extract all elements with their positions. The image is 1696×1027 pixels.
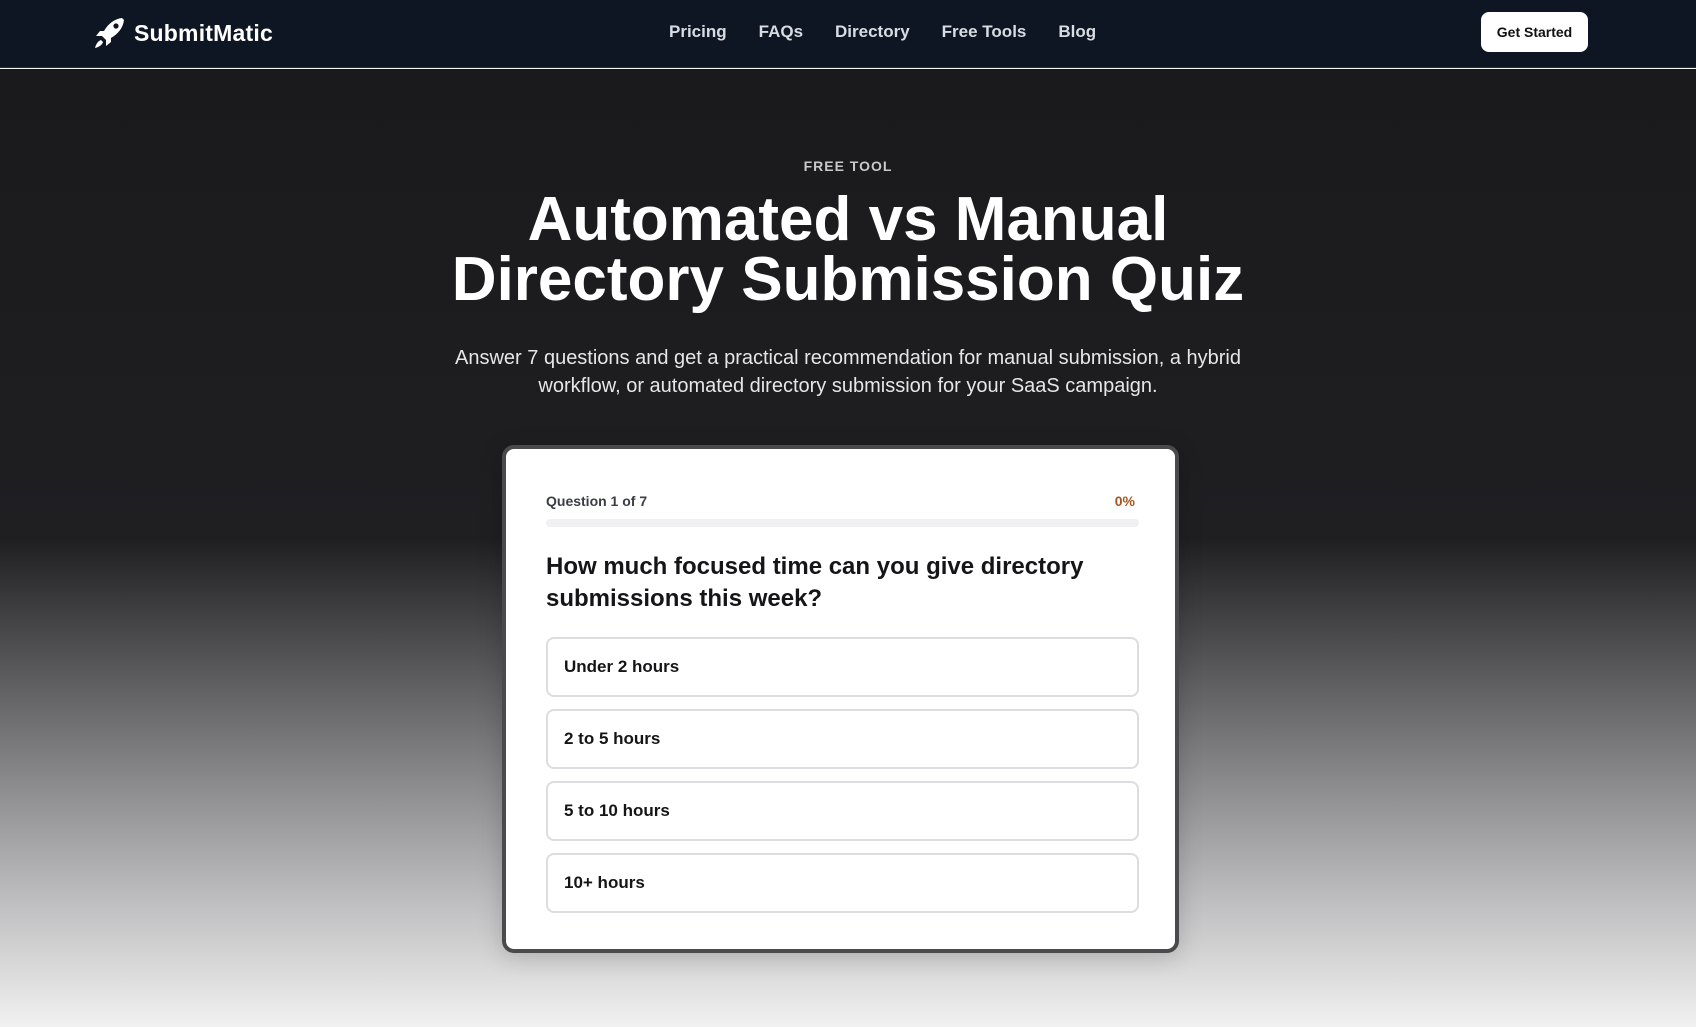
page-title-line-1: Automated vs Manual (527, 185, 1169, 254)
progress-percent: 0% (1114, 493, 1135, 509)
answer-option-2-to-5-hours[interactable]: 2 to 5 hours (546, 709, 1139, 769)
logo-link[interactable]: SubmitMatic (92, 16, 273, 50)
nav-link-directory[interactable]: Directory (835, 20, 910, 44)
answer-option-5-to-10-hours[interactable]: 5 to 10 hours (546, 781, 1139, 841)
page-title: Automated vs Manual Directory Submission… (348, 189, 1348, 311)
answer-option-under-2-hours[interactable]: Under 2 hours (546, 637, 1139, 697)
answer-option-10-plus-hours[interactable]: 10+ hours (546, 853, 1139, 913)
nav-link-faqs[interactable]: FAQs (759, 20, 803, 44)
answer-option-label: 2 to 5 hours (564, 729, 661, 748)
progress-bar (546, 519, 1139, 527)
eyebrow-label: FREE TOOL (803, 158, 893, 174)
progress-label: Question 1 of 7 (546, 493, 648, 509)
top-navbar: SubmitMatic Pricing FAQs Directory Free … (0, 0, 1696, 68)
rocket-icon (95, 18, 124, 48)
quiz-card: Question 1 of 7 0% How much focused time… (502, 445, 1179, 953)
logo-text: SubmitMatic (134, 19, 273, 46)
answer-option-label: Under 2 hours (564, 657, 680, 676)
answer-option-label: 5 to 10 hours (564, 801, 670, 820)
answer-option-label: 10+ hours (564, 873, 645, 892)
nav-link-blog[interactable]: Blog (1058, 20, 1096, 44)
quiz-question: How much focused time can you give direc… (546, 553, 1084, 612)
main-nav: Pricing FAQs Directory Free Tools Blog (669, 20, 1096, 44)
answer-options: Under 2 hours 2 to 5 hours 5 to 10 hours… (546, 637, 1139, 925)
nav-link-free-tools[interactable]: Free Tools (942, 20, 1027, 44)
get-started-button[interactable]: Get Started (1481, 12, 1588, 52)
page-title-line-2: Directory Submission Quiz (451, 245, 1245, 314)
nav-link-pricing[interactable]: Pricing (669, 20, 727, 44)
page-subtitle: Answer 7 questions and get a practical r… (455, 347, 1241, 397)
